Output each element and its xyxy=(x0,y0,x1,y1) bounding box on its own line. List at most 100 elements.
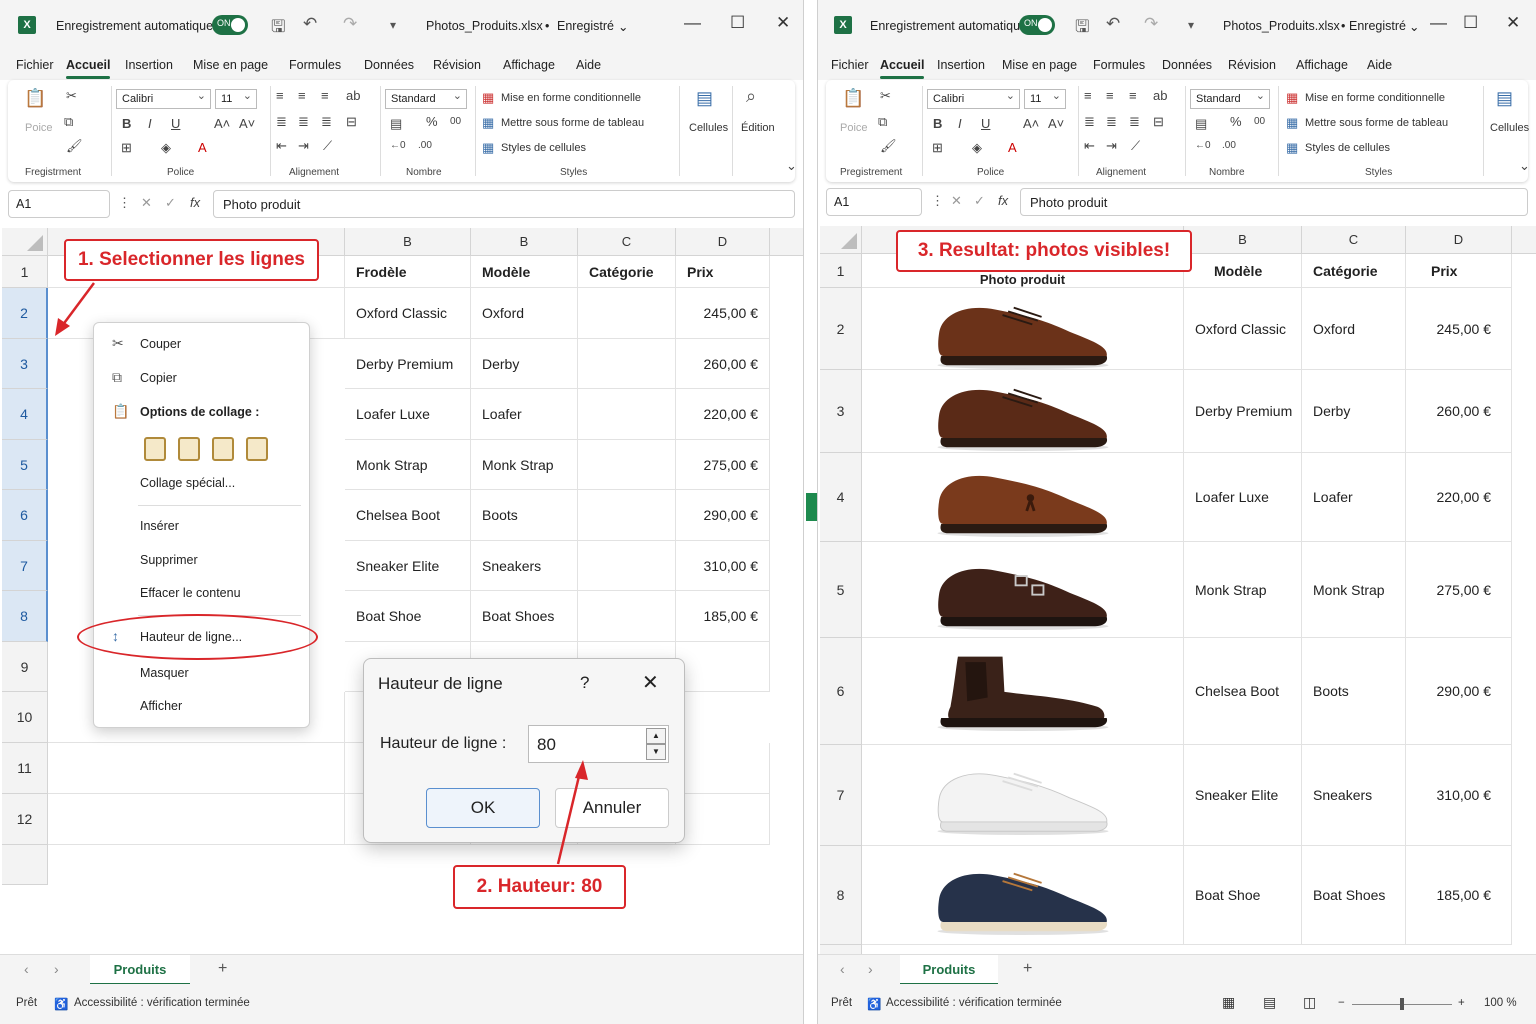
cell-photo[interactable] xyxy=(862,638,1184,745)
insert-function-icon[interactable]: fx xyxy=(190,195,200,210)
autosave-toggle[interactable]: ON xyxy=(212,15,248,35)
row-header[interactable]: 1 xyxy=(820,254,862,288)
paste-label[interactable]: Poice xyxy=(25,122,53,134)
borders-icon[interactable]: ⊞ xyxy=(121,140,132,156)
minimize-icon[interactable]: — xyxy=(684,13,701,33)
menu-aide[interactable]: Aide xyxy=(576,58,601,72)
wrap-text-icon[interactable]: ab xyxy=(1153,88,1167,103)
decrease-decimal-icon[interactable]: .00 xyxy=(418,140,432,151)
row-header[interactable]: 5 xyxy=(2,440,48,490)
add-sheet-icon[interactable]: + xyxy=(1023,960,1032,978)
copy-icon[interactable]: ⧉ xyxy=(878,114,887,130)
row-header-empty[interactable] xyxy=(2,845,48,885)
paste-option-icon[interactable] xyxy=(144,437,166,461)
cell-photo[interactable] xyxy=(862,745,1184,846)
font-size-select[interactable]: 11 xyxy=(215,89,257,109)
font-name-select[interactable]: Calibri xyxy=(927,89,1020,109)
worksheet-grid[interactable]: B C D 1 Photo produit Modèle Catégorie P… xyxy=(820,226,1536,954)
row-header[interactable]: 6 xyxy=(820,638,862,745)
cell-model[interactable]: Loafer xyxy=(471,389,578,440)
cell-photo[interactable] xyxy=(862,288,1184,370)
cell-model[interactable]: Derby xyxy=(1302,370,1406,453)
cell-price[interactable]: 275,00 € xyxy=(1406,542,1512,638)
underline-icon[interactable]: U xyxy=(171,116,180,131)
wrap-text-icon[interactable]: ab xyxy=(346,88,360,103)
cell-styles-button[interactable]: Styles de cellules xyxy=(1305,142,1390,154)
select-all-corner[interactable] xyxy=(2,228,48,256)
spin-up-icon[interactable]: ▲ xyxy=(646,728,666,744)
save-icon[interactable]: 🖫 xyxy=(271,14,285,43)
menu-mise-en-page[interactable]: Mise en page xyxy=(1002,58,1077,72)
zoom-out-icon[interactable]: − xyxy=(1338,997,1345,1009)
close-icon[interactable]: ✕ xyxy=(642,670,659,695)
format-as-table-button[interactable]: Mettre sous forme de tableau xyxy=(501,117,644,129)
page-break-icon[interactable]: ◫ xyxy=(1303,994,1316,1011)
cells-icon[interactable]: ▤ xyxy=(1496,88,1513,109)
cancel-entry-icon[interactable]: ✕ xyxy=(951,193,962,209)
align-center-icon[interactable]: ≣ xyxy=(1106,114,1117,130)
prev-sheet-icon[interactable]: ‹ xyxy=(840,961,845,977)
cell-model[interactable]: Derby xyxy=(471,339,578,389)
cell-category[interactable] xyxy=(578,288,676,339)
cell-photo[interactable] xyxy=(862,846,1184,945)
save-icon[interactable]: 🖫 xyxy=(1075,14,1089,43)
row-header[interactable]: 7 xyxy=(2,541,48,591)
paste-values-icon[interactable] xyxy=(178,437,200,461)
cut-icon[interactable]: ✂ xyxy=(880,88,891,104)
align-middle-icon[interactable]: ≡ xyxy=(298,88,306,103)
accounting-icon[interactable]: ▤ xyxy=(390,116,402,132)
menu-donnees[interactable]: Données xyxy=(364,58,414,72)
align-center-icon[interactable]: ≣ xyxy=(298,114,309,130)
cell-category[interactable] xyxy=(578,389,676,440)
align-top-icon[interactable]: ≡ xyxy=(276,88,284,103)
row-header[interactable]: 3 xyxy=(820,370,862,453)
column-header[interactable]: B xyxy=(345,228,471,256)
cell-category[interactable] xyxy=(578,591,676,642)
context-paste-special[interactable]: Collage spécial... xyxy=(140,476,235,490)
cell-name[interactable]: Monk Strap xyxy=(345,440,471,490)
menu-formules[interactable]: Formules xyxy=(1093,58,1145,72)
align-top-icon[interactable]: ≡ xyxy=(1084,88,1092,103)
paste-format-icon[interactable] xyxy=(246,437,268,461)
row-header[interactable]: 8 xyxy=(2,591,48,642)
empty-cell[interactable] xyxy=(676,794,770,845)
increase-indent-icon[interactable]: ⇥ xyxy=(1106,138,1117,154)
cell-price[interactable]: 275,00 € xyxy=(676,440,770,490)
cell-name[interactable]: Derby Premium xyxy=(345,339,471,389)
context-cut[interactable]: Couper xyxy=(140,337,181,351)
cell-name[interactable]: Loafer Luxe xyxy=(1184,453,1302,542)
menu-accueil[interactable]: Accueil xyxy=(66,58,111,79)
cell-category[interactable] xyxy=(578,440,676,490)
paste-icon[interactable]: 📋 xyxy=(24,88,46,109)
column-header[interactable]: C xyxy=(578,228,676,256)
cell-model[interactable]: Sneakers xyxy=(1302,745,1406,846)
select-all-corner[interactable] xyxy=(820,226,862,254)
cut-icon[interactable]: ✂ xyxy=(66,88,77,104)
align-left-icon[interactable]: ≣ xyxy=(276,114,287,130)
conditional-format-icon[interactable]: ▦ xyxy=(482,90,494,106)
quick-access-dropdown-icon[interactable]: ▾ xyxy=(1188,18,1194,32)
header-cell-model[interactable]: Modèle xyxy=(1184,254,1302,288)
menu-donnees[interactable]: Données xyxy=(1162,58,1212,72)
row-header[interactable]: 9 xyxy=(2,642,48,692)
increase-indent-icon[interactable]: ⇥ xyxy=(298,138,309,154)
paste-icon[interactable]: 📋 xyxy=(842,88,864,109)
name-box[interactable]: A1 xyxy=(8,190,110,218)
cell-photo[interactable] xyxy=(862,542,1184,638)
increase-font-icon[interactable]: A˄ xyxy=(214,116,230,131)
column-header[interactable]: C xyxy=(1302,226,1406,254)
cell-price[interactable]: 260,00 € xyxy=(1406,370,1512,453)
cell-category[interactable] xyxy=(578,541,676,591)
row-header[interactable]: 12 xyxy=(2,794,48,845)
chevron-down-icon[interactable]: ⌄ xyxy=(1519,158,1530,174)
copy-icon[interactable]: ⧉ xyxy=(64,114,73,130)
cell-price[interactable]: 185,00 € xyxy=(1406,846,1512,945)
confirm-entry-icon[interactable]: ✓ xyxy=(165,195,176,211)
cell-price[interactable]: 220,00 € xyxy=(676,389,770,440)
cell-name[interactable]: Boat Shoe xyxy=(345,591,471,642)
close-icon[interactable]: ✕ xyxy=(776,13,790,33)
cancel-button[interactable]: Annuler xyxy=(555,788,669,828)
chevron-down-icon[interactable]: ⌄ xyxy=(786,158,797,174)
ok-button[interactable]: OK xyxy=(426,788,540,828)
row-header[interactable]: 5 xyxy=(820,542,862,638)
